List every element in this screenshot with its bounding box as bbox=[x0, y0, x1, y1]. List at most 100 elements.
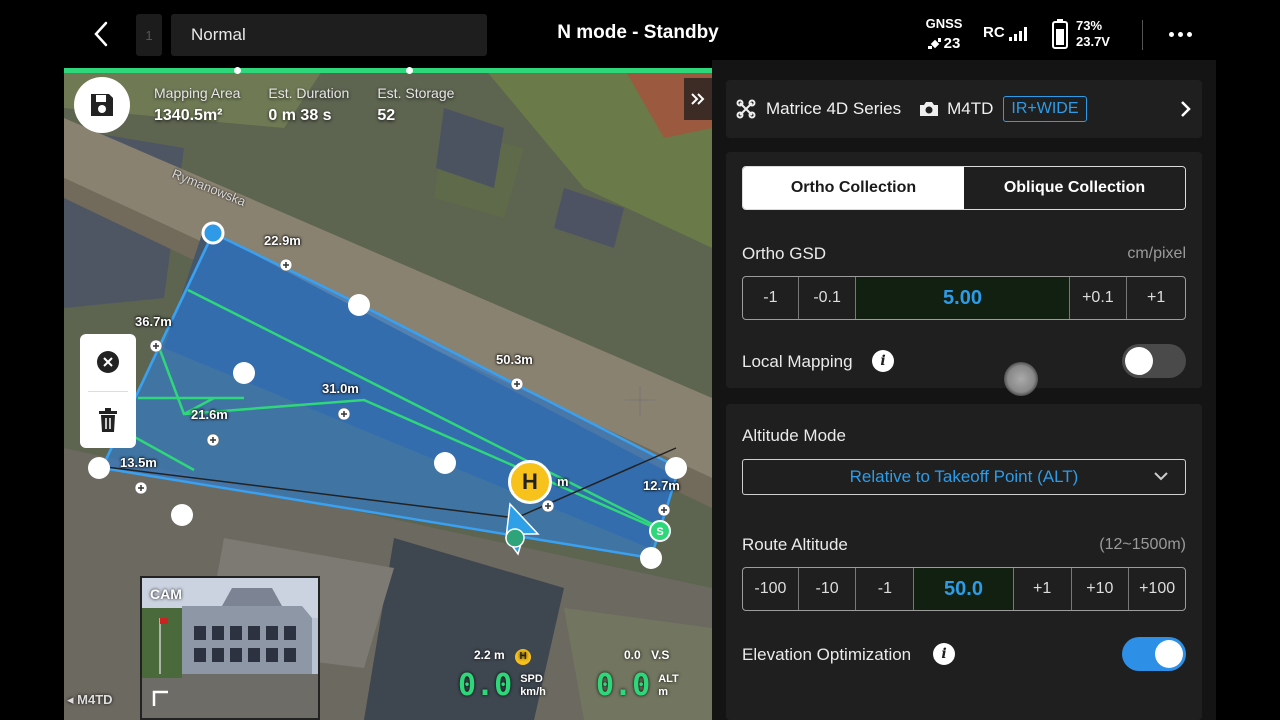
elevation-optimization-toggle[interactable] bbox=[1122, 637, 1186, 671]
route-altitude-range: (12~1500m) bbox=[1099, 536, 1186, 553]
home-distance-value: 2.2 m bbox=[474, 648, 505, 662]
altitude-unit: m bbox=[658, 685, 668, 698]
route-altitude-value[interactable]: 50.0 bbox=[914, 568, 1014, 610]
mission-info-bar: Mapping Area 1340.5m² Est. Duration 0 m … bbox=[74, 76, 468, 134]
gnss-status[interactable]: GNSS 23 bbox=[922, 14, 966, 54]
more-options-button[interactable] bbox=[1162, 22, 1198, 46]
storage-value: 52 bbox=[377, 107, 396, 124]
altitude-decrease-1[interactable]: -1 bbox=[856, 568, 915, 610]
duration-label: Est. Duration bbox=[268, 85, 350, 101]
home-distance: 2.2 m H bbox=[474, 646, 532, 665]
altitude-decrease-100[interactable]: -100 bbox=[743, 568, 799, 610]
edge-length-label: 12.7m bbox=[643, 478, 680, 493]
route-settings-panel: Matrice 4D Series M4TD IR+WIDE Ortho Col… bbox=[712, 60, 1216, 720]
collapse-panel-button[interactable] bbox=[684, 78, 712, 120]
local-mapping-label: Local Mapping bbox=[742, 352, 853, 371]
duration-cell: Est. Duration 0 m 38 s bbox=[254, 85, 363, 125]
edge-length-label: 22.9m bbox=[264, 233, 301, 248]
battery-percent: 73% bbox=[1076, 18, 1103, 33]
info-icon[interactable]: i bbox=[933, 643, 955, 665]
collection-tabs: Ortho Collection Oblique Collection bbox=[742, 166, 1186, 210]
camera-label: CAM bbox=[150, 586, 182, 602]
divider bbox=[1142, 20, 1143, 50]
back-button[interactable] bbox=[84, 16, 118, 52]
altitude-increase-10[interactable]: +10 bbox=[1072, 568, 1130, 610]
storage-label: Est. Storage bbox=[377, 85, 455, 101]
gsd-decrease-0.1[interactable]: -0.1 bbox=[799, 277, 857, 319]
route-altitude-stepper: -100 -10 -1 50.0 +1 +10 +100 bbox=[742, 567, 1186, 611]
start-point-icon: S bbox=[656, 526, 663, 538]
save-button[interactable] bbox=[74, 77, 130, 133]
mapping-area-value: 1340.5m² bbox=[154, 107, 223, 124]
chevron-left-icon bbox=[94, 21, 108, 47]
gsd-label: Ortho GSD bbox=[742, 244, 827, 263]
edit-tools bbox=[80, 334, 136, 448]
battery-icon bbox=[1052, 19, 1068, 49]
double-chevron-right-icon bbox=[691, 93, 705, 105]
gsd-value[interactable]: 5.00 bbox=[856, 277, 1070, 319]
camera-preview[interactable]: CAM bbox=[140, 576, 320, 720]
speed-unit: km/h bbox=[520, 685, 546, 698]
info-icon[interactable]: i bbox=[872, 350, 894, 372]
gsd-unit: cm/pixel bbox=[1127, 245, 1186, 262]
altitude-mode-value: Relative to Takeoff Point (ALT) bbox=[849, 467, 1079, 486]
mapping-area-label: Mapping Area bbox=[154, 85, 241, 101]
flight-status: N mode - Standby bbox=[557, 22, 719, 43]
altitude-decrease-10[interactable]: -10 bbox=[799, 568, 857, 610]
gsd-decrease-1[interactable]: -1 bbox=[743, 277, 799, 319]
payload-switch[interactable]: ◂ M4TD bbox=[64, 628, 134, 720]
tab-ortho-collection[interactable]: Ortho Collection bbox=[743, 167, 964, 209]
gnss-sat-count: 23 bbox=[943, 35, 961, 52]
chevron-down-icon bbox=[1154, 472, 1168, 481]
edge-length-label: 13.5m bbox=[120, 455, 157, 470]
tab-oblique-collection[interactable]: Oblique Collection bbox=[964, 167, 1185, 209]
drone-icon bbox=[736, 99, 756, 119]
home-distance-icon: H bbox=[515, 649, 532, 665]
speed-readout: 0.0 SPD km/h bbox=[458, 668, 546, 703]
expand-corner-icon[interactable] bbox=[152, 690, 170, 708]
chevron-right-icon bbox=[1181, 101, 1191, 117]
altitude-mode-label: Altitude Mode bbox=[742, 426, 846, 445]
vs-label: V.S bbox=[651, 648, 670, 662]
camera-mode-badge: IR+WIDE bbox=[1003, 96, 1087, 122]
payload-label: ◂ M4TD bbox=[67, 692, 113, 707]
vs-value: 0.0 bbox=[624, 648, 641, 662]
edge-length-label: 31.0m bbox=[322, 381, 359, 396]
speed-value: 0.0 bbox=[458, 668, 513, 703]
rc-label: RC bbox=[983, 24, 1005, 41]
gsd-increase-1[interactable]: +1 bbox=[1127, 277, 1185, 319]
home-point-marker[interactable]: H bbox=[508, 460, 552, 504]
top-bar: 1 Normal N mode - Standby GNSS 23 RC 73%… bbox=[0, 0, 1280, 68]
rc-status[interactable]: RC bbox=[983, 24, 1027, 41]
storage-cell: Est. Storage 52 bbox=[363, 85, 468, 125]
aircraft-selector[interactable]: Matrice 4D Series M4TD IR+WIDE bbox=[726, 80, 1202, 138]
aircraft-name: Matrice 4D Series bbox=[766, 99, 902, 118]
mapping-area-cell: Mapping Area 1340.5m² bbox=[140, 85, 254, 125]
speed-label: SPD bbox=[520, 672, 543, 685]
altitude-label: ALT bbox=[658, 672, 679, 685]
altitude-increase-1[interactable]: +1 bbox=[1014, 568, 1072, 610]
gsd-increase-0.1[interactable]: +0.1 bbox=[1070, 277, 1128, 319]
battery-voltage: 23.7V bbox=[1076, 34, 1110, 49]
altitude-increase-100[interactable]: +100 bbox=[1129, 568, 1185, 610]
edge-length-label: 36.7m bbox=[135, 314, 172, 329]
battery-status[interactable]: 73% 23.7V bbox=[1052, 18, 1110, 50]
map-view[interactable]: S Rymanowska Mapping Area 1340.5m² Est. … bbox=[64, 68, 712, 720]
save-icon bbox=[91, 94, 113, 116]
camera-name: M4TD bbox=[947, 99, 994, 118]
altitude-section: Altitude Mode Relative to Takeoff Point … bbox=[726, 404, 1202, 720]
svg-text:S: S bbox=[656, 526, 663, 538]
altitude-readout: 0.0 ALT m bbox=[596, 668, 679, 703]
close-circle-icon bbox=[97, 351, 119, 373]
gsd-stepper: -1 -0.1 5.00 +0.1 +1 bbox=[742, 276, 1186, 320]
touch-indicator bbox=[1004, 362, 1038, 396]
clear-button[interactable] bbox=[80, 334, 136, 390]
camera-icon bbox=[920, 102, 939, 116]
signal-bars-icon bbox=[1008, 27, 1027, 41]
altitude-value: 0.0 bbox=[596, 668, 651, 703]
local-mapping-toggle[interactable] bbox=[1122, 344, 1186, 378]
delete-button[interactable] bbox=[80, 392, 136, 448]
altitude-mode-select[interactable]: Relative to Takeoff Point (ALT) bbox=[742, 459, 1186, 495]
flight-mode-selector[interactable]: Normal bbox=[171, 14, 487, 56]
gnss-label: GNSS bbox=[925, 16, 963, 31]
